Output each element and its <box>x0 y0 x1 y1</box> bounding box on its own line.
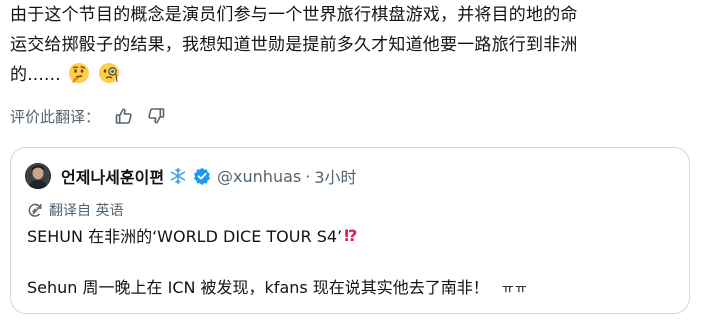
tweet-detail: 由于这个节目的概念是演员们参与一个世界旅行棋盘游戏，并将目的地的命 运交给掷骰子… <box>0 0 712 322</box>
rate-translation-label: 评价此翻译： <box>10 107 101 126</box>
rate-translation-bar: 评价此翻译： <box>10 103 178 129</box>
translated-from-label[interactable]: 翻译自 英语 <box>27 200 123 220</box>
quoted-tweet-time[interactable]: 3小时 <box>314 164 356 188</box>
exclamation-question-icon: ⁉ <box>344 225 357 245</box>
quoted-tweet-text-line-1: SEHUN 在非洲的‘WORLD DICE TOUR S4’ ⁉ <box>27 223 357 247</box>
quoted-tweet-header: 언제나세훈이편 @xunhuas · 3小时 <box>25 161 357 191</box>
post-text-line-3: 的...... <box>10 60 700 94</box>
crying-jamo: ㅠㅠ <box>501 282 528 297</box>
translated-from-text: 翻译自 英语 <box>49 203 124 219</box>
thumbs-up-icon[interactable] <box>114 106 134 126</box>
quoted-tweet-title: SEHUN 在非洲的‘WORLD DICE TOUR S4’ <box>27 227 343 246</box>
post-text-line-3-text: 的...... <box>10 65 61 85</box>
snowflake-icon <box>169 167 187 185</box>
thumbs-down-icon[interactable] <box>146 106 166 126</box>
face-with-monocle-icon <box>98 62 120 94</box>
post-text-line-1: 由于这个节目的概念是演员们参与一个世界旅行棋盘游戏，并将目的地的命 <box>10 5 578 25</box>
verified-badge-icon <box>193 167 211 185</box>
quoted-author-name[interactable]: 언제나세훈이편 <box>61 164 164 188</box>
post-text: 由于这个节目的概念是演员们参与一个世界旅行棋盘游戏，并将目的地的命 运交给掷骰子… <box>10 0 700 94</box>
separator-dot: · <box>305 166 311 186</box>
thinking-face-icon <box>68 62 90 94</box>
quoted-tweet-card[interactable]: 언제나세훈이편 @xunhuas · 3小时 翻译自 英语 SEHUN 在非洲的… <box>10 147 690 314</box>
quoted-tweet-text-line-2: Sehun 周一晚上在 ICN 被发现，kfans 现在说其实他去了南非！ ㅠㅠ <box>27 274 528 298</box>
quoted-tweet-body: Sehun 周一晚上在 ICN 被发现，kfans 现在说其实他去了南非！ <box>27 278 489 297</box>
translate-icon <box>27 202 43 218</box>
quoted-author-handle[interactable]: @xunhuas <box>217 167 301 186</box>
avatar[interactable] <box>25 163 51 189</box>
post-text-line-2: 运交给掷骰子的结果，我想知道世勋是提前多久才知道他要一路旅行到非洲 <box>10 35 578 55</box>
